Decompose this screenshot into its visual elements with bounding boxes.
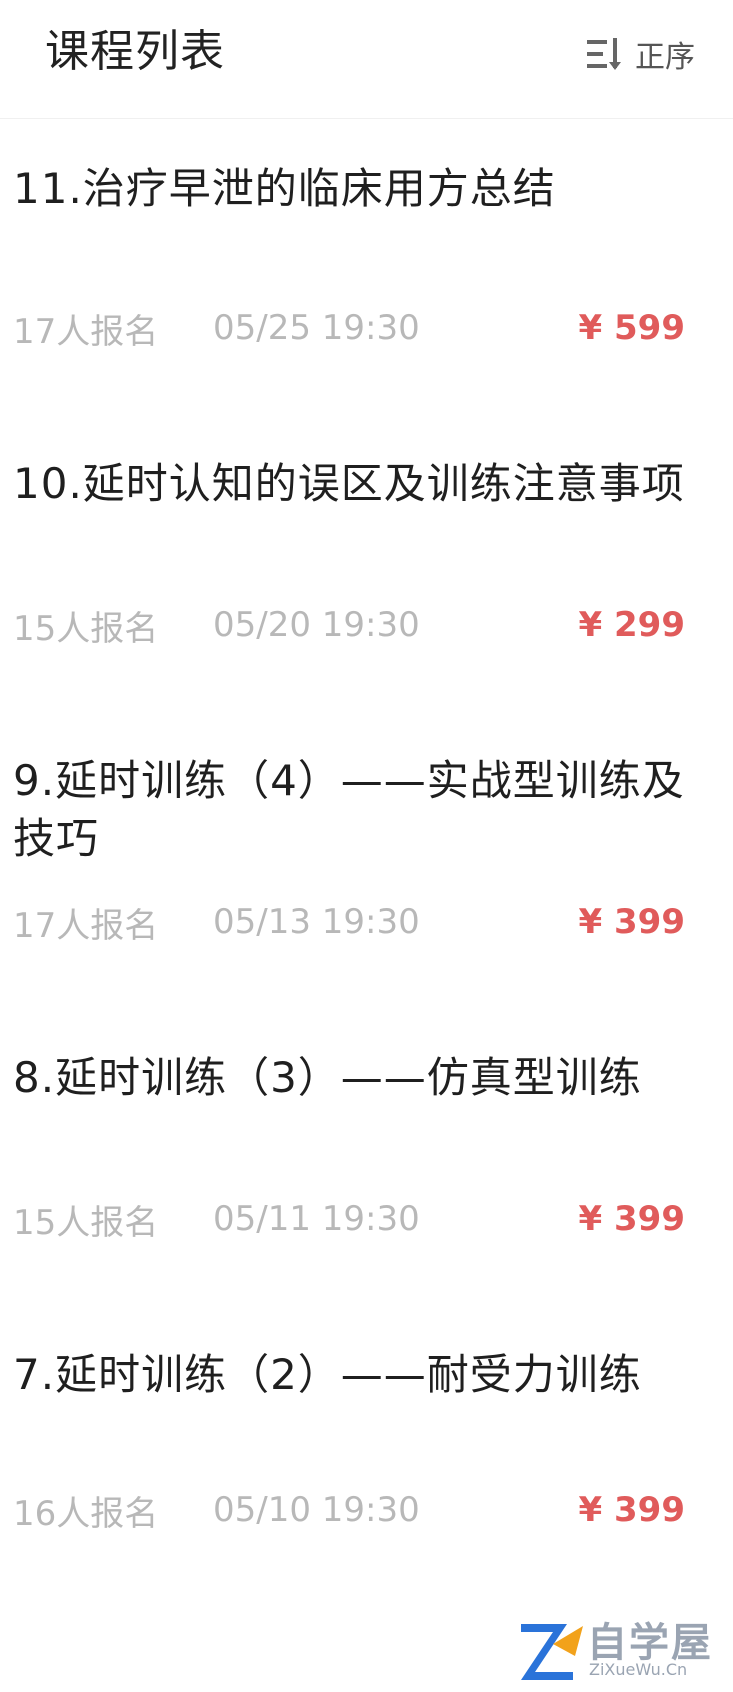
course-meta: 17人报名 05/13 19:30 ¥ 399	[13, 897, 685, 947]
enroll-count: 17人报名	[13, 311, 159, 352]
course-price: ¥ 599	[578, 308, 685, 348]
enroll-count: 16人报名	[13, 1493, 159, 1534]
course-title: 11.治疗早泄的临床用方总结	[13, 164, 556, 213]
course-item[interactable]: 11.治疗早泄的临床用方总结 17人报名 05/25 19:30 ¥ 599	[0, 118, 733, 415]
watermark: 自学屋 ZiXueWu.Cn	[517, 1610, 727, 1690]
course-price: ¥ 399	[578, 902, 685, 942]
course-item[interactable]: 9.延时训练（4）——实战型训练及技巧 17人报名 05/13 19:30 ¥ …	[0, 712, 733, 1009]
watermark-subtext: ZiXueWu.Cn	[589, 1660, 688, 1679]
header-bar: 课程列表 正序	[0, 0, 733, 119]
course-item[interactable]: 8.延时训练（3）——仿真型训练 15人报名 05/11 19:30 ¥ 399	[0, 1009, 733, 1306]
course-meta: 17人报名 05/25 19:30 ¥ 599	[13, 303, 685, 353]
enroll-count: 17人报名	[13, 905, 159, 946]
course-price: ¥ 399	[578, 1199, 685, 1239]
course-price: ¥ 399	[578, 1490, 685, 1530]
course-time: 05/10 19:30	[213, 1490, 420, 1530]
course-price: ¥ 299	[578, 605, 685, 645]
enroll-count: 15人报名	[13, 1202, 159, 1243]
course-title: 10.延时认知的误区及训练注意事项	[13, 459, 685, 508]
course-time: 05/13 19:30	[213, 902, 420, 942]
course-list: 11.治疗早泄的临床用方总结 17人报名 05/25 19:30 ¥ 599 1…	[0, 118, 733, 1692]
course-time: 05/25 19:30	[213, 308, 420, 348]
sort-order-button[interactable]: 正序	[585, 30, 695, 78]
sort-icon	[587, 38, 621, 70]
zx-logo-icon	[521, 1624, 583, 1680]
course-item[interactable]: 10.延时认知的误区及训练注意事项 15人报名 05/20 19:30 ¥ 29…	[0, 415, 733, 712]
sort-label: 正序	[635, 40, 695, 75]
course-meta: 16人报名 05/10 19:30 ¥ 399	[13, 1485, 685, 1535]
course-meta: 15人报名 05/20 19:30 ¥ 299	[13, 600, 685, 650]
course-title: 7.延时训练（2）——耐受力训练	[13, 1350, 642, 1399]
course-time: 05/11 19:30	[213, 1199, 420, 1239]
page-title: 课程列表	[45, 26, 225, 77]
course-title: 9.延时训练（4）——实战型训练及技巧	[13, 756, 685, 863]
course-time: 05/20 19:30	[213, 605, 420, 645]
course-title: 8.延时训练（3）——仿真型训练	[13, 1053, 642, 1102]
course-meta: 15人报名 05/11 19:30 ¥ 399	[13, 1194, 685, 1244]
enroll-count: 15人报名	[13, 608, 159, 649]
